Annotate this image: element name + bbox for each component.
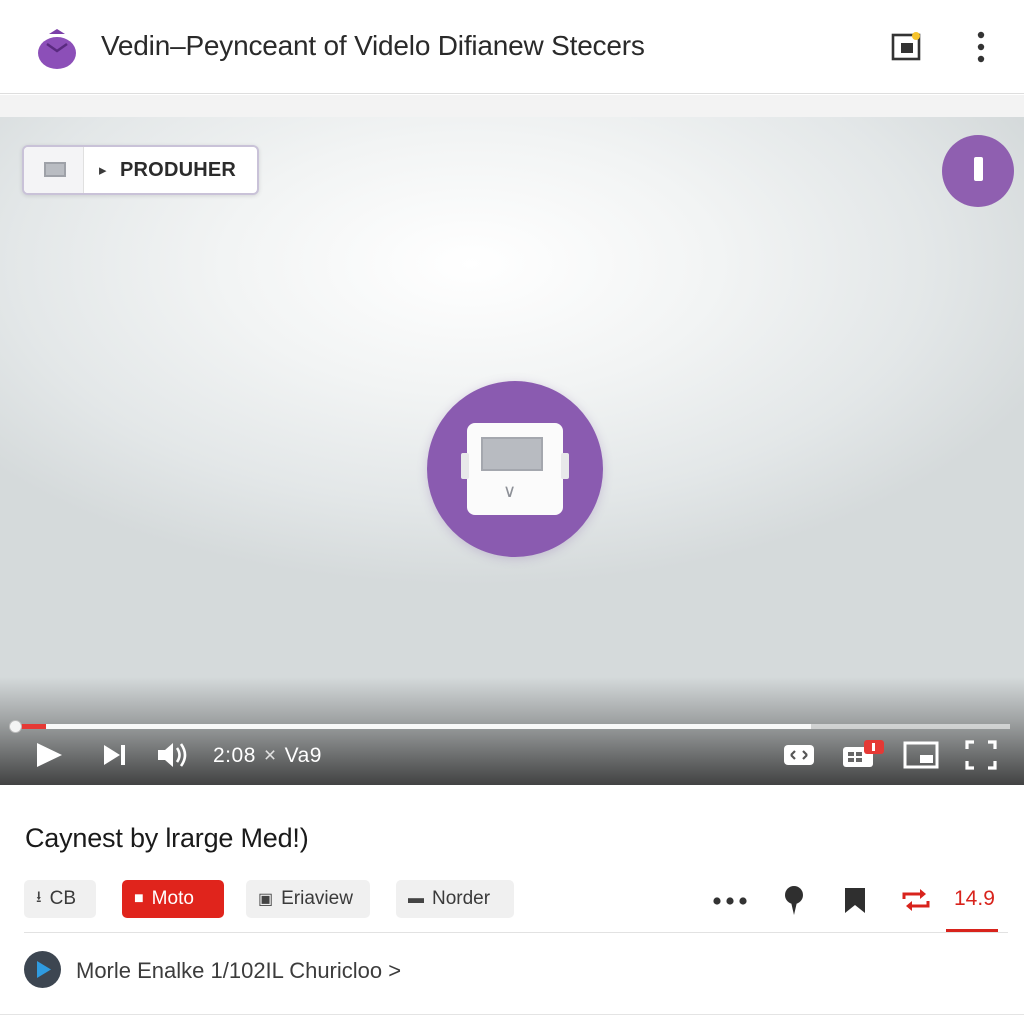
time-separator: × bbox=[263, 744, 277, 767]
fullscreen-icon[interactable] bbox=[964, 735, 998, 775]
action-row: ⭳ CB ■ Moto ▣ Eriaview ▬ Norder 14.9 bbox=[0, 880, 1024, 932]
norder-label: Norder bbox=[432, 888, 491, 909]
video-player[interactable]: ▸ PRODUHER ∨ 2:08 × Va9 bbox=[0, 117, 1024, 785]
section-divider bbox=[24, 932, 1008, 933]
download-icon: ⭳ bbox=[36, 888, 42, 906]
producer-label: PRODUHER bbox=[120, 159, 237, 181]
producer-thumbnail bbox=[24, 147, 84, 193]
time-display: 2:08 × Va9 bbox=[213, 744, 322, 768]
count-value[interactable]: 14.9 bbox=[954, 887, 995, 911]
video-title: Caynest by lrarge Med!) bbox=[25, 823, 309, 853]
progress-bar[interactable] bbox=[8, 720, 1010, 733]
progress-scrubber[interactable] bbox=[8, 720, 22, 733]
time-total: Va9 bbox=[284, 744, 322, 767]
download-button[interactable]: ⭳ CB bbox=[24, 880, 96, 918]
producer-badge[interactable]: ▸ PRODUHER bbox=[22, 145, 259, 195]
pin-icon[interactable] bbox=[779, 884, 813, 916]
more-horizontal-icon[interactable] bbox=[711, 884, 747, 916]
app-logo-icon[interactable] bbox=[36, 26, 78, 70]
video-card-icon: ∨ bbox=[461, 423, 569, 515]
producer-arrow-icon: ▸ bbox=[99, 162, 107, 179]
volume-icon[interactable] bbox=[155, 735, 191, 775]
preview-button[interactable]: ▣ Eriaview bbox=[246, 880, 370, 918]
page-title: Vedin–Peyncеant of Videlo Difianew Stece… bbox=[101, 30, 645, 61]
info-badge-icon[interactable] bbox=[942, 135, 1014, 207]
progress-buffered bbox=[16, 724, 812, 729]
play-circle-icon bbox=[24, 951, 61, 988]
captions-icon[interactable] bbox=[781, 735, 817, 775]
more-link-label: Morle Enalke 1/102IL Churicloo > bbox=[76, 958, 402, 983]
header-spacer bbox=[0, 95, 1024, 117]
bookmark-icon[interactable] bbox=[840, 884, 874, 916]
norder-icon: ▬ bbox=[408, 890, 424, 907]
preview-icon: ▣ bbox=[258, 891, 274, 908]
top-header: Vedin–Peyncеant of Videlo Difianew Stece… bbox=[0, 0, 1024, 94]
preview-label: Eriaview bbox=[281, 888, 353, 909]
repeat-icon[interactable] bbox=[899, 884, 933, 916]
play-icon[interactable] bbox=[32, 735, 66, 775]
center-play-button[interactable]: ∨ bbox=[427, 381, 603, 557]
share-icon[interactable] bbox=[890, 30, 924, 64]
settings-icon[interactable] bbox=[840, 735, 888, 775]
miniplayer-icon[interactable] bbox=[903, 735, 939, 775]
moto-button[interactable]: ■ Moto bbox=[122, 880, 224, 918]
next-icon[interactable] bbox=[100, 735, 130, 775]
moto-icon: ■ bbox=[134, 890, 144, 907]
time-current: 2:08 bbox=[213, 744, 256, 767]
download-label: CB bbox=[49, 888, 77, 909]
more-vertical-icon[interactable] bbox=[964, 30, 998, 64]
norder-button[interactable]: ▬ Norder bbox=[396, 880, 514, 918]
moto-label: Moto bbox=[151, 888, 194, 909]
bottom-divider bbox=[0, 1014, 1024, 1015]
